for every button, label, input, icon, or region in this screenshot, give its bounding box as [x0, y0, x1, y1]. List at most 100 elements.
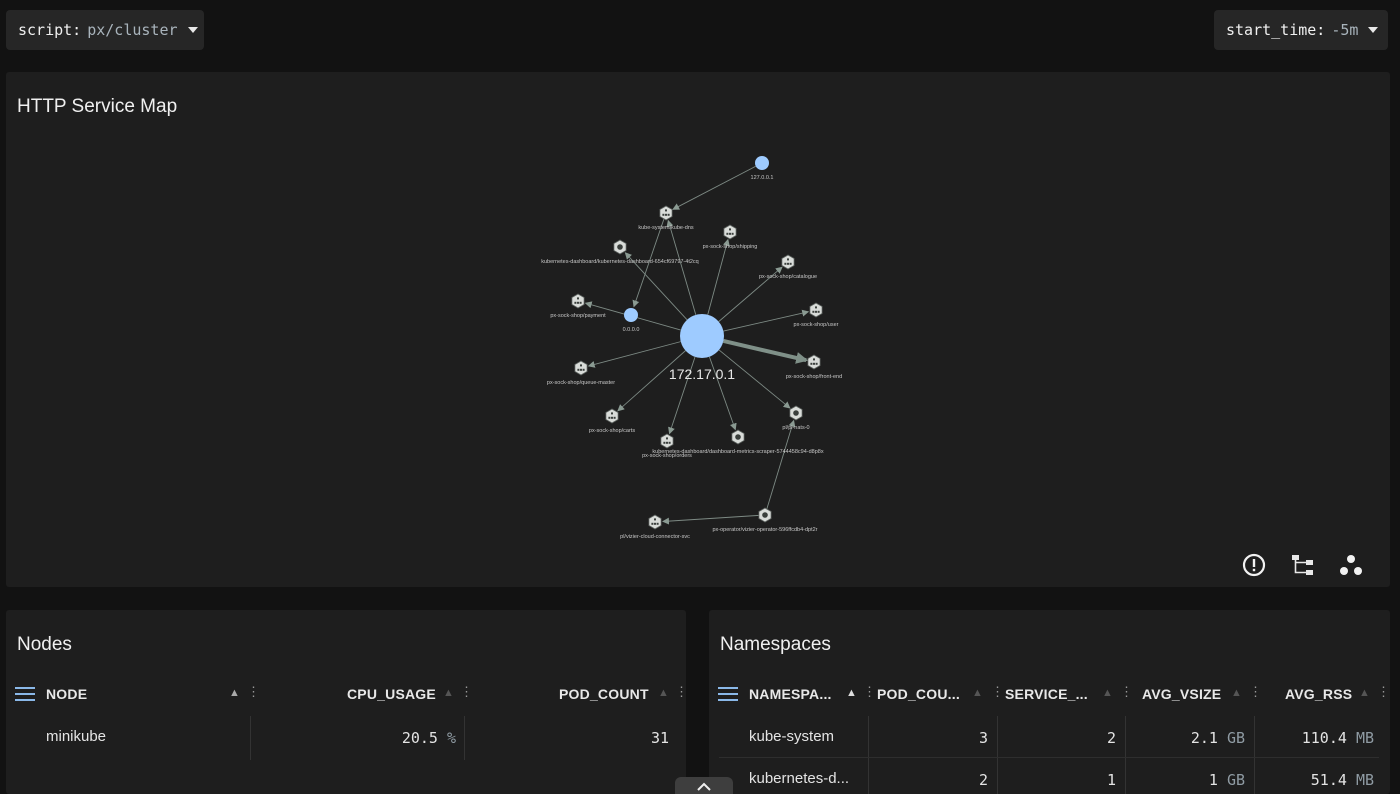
cluster-layout-icon[interactable] — [1338, 552, 1364, 578]
service-map-node[interactable]: pl/pl-nats-0 — [782, 405, 810, 431]
service-map-node-label: 0.0.0.0 — [623, 327, 640, 333]
service-map-edge — [766, 419, 796, 510]
service-map-edge — [722, 339, 809, 364]
avg-rss-unit: MB — [1355, 729, 1374, 747]
table-cell-avg-vsize: 2.1 GB — [1139, 729, 1245, 747]
avg-rss-unit: MB — [1355, 771, 1374, 789]
avg-vsize-unit: GB — [1226, 771, 1245, 789]
avg-rss-value: 110.4 — [1301, 729, 1347, 747]
service-map-node[interactable]: px-sock-shop/orders — [642, 433, 692, 459]
column-menu-icon[interactable] — [718, 687, 738, 701]
service-map-node-label: px-sock-shop/user — [794, 322, 839, 328]
service-map-node[interactable]: pl/vizier-cloud-connector-svc — [620, 514, 690, 540]
service-map-node-label: px-sock-shop/queue-master — [547, 380, 615, 386]
table-cell-avg-rss: 110.4 MB — [1264, 729, 1374, 747]
table-cell-namespace: kubernetes-d... — [749, 770, 850, 787]
service-map-node-label: 127.0.0.1 — [751, 175, 774, 181]
avg-vsize-unit: GB — [1226, 729, 1245, 747]
service-map-node[interactable]: px-sock-shop/catalogue — [759, 254, 817, 280]
service-map-node[interactable]: kubernetes-dashboard/dashboard-metrics-s… — [652, 429, 824, 455]
service-map-node[interactable]: kube-system/kube-dns — [638, 205, 694, 231]
service-map-node[interactable]: px-sock-shop/carts — [589, 408, 635, 434]
table-cell-pod-count: 31 — [650, 729, 669, 747]
script-selector[interactable]: script: px/cluster — [6, 10, 204, 50]
service-map-node[interactable]: 0.0.0.0 — [623, 308, 640, 333]
column-options-icon[interactable]: ⋮ — [675, 684, 686, 700]
service-map-node-label: pl/vizier-cloud-connector-svc — [620, 534, 690, 540]
service-map-node[interactable]: 127.0.0.1 — [751, 156, 774, 181]
column-options-icon[interactable]: ⋮ — [1249, 684, 1262, 700]
service-map-node[interactable]: px-sock-shop/user — [794, 302, 839, 328]
start-time-value: -5m — [1331, 21, 1359, 39]
service-map-node-label: kubernetes-dashboard/kubernetes-dashboar… — [541, 259, 698, 265]
column-options-icon[interactable]: ⋮ — [863, 684, 876, 700]
collapse-button[interactable] — [675, 777, 733, 794]
table-cell-pod-count: 2 — [978, 771, 988, 789]
service-map-node-label: kubernetes-dashboard/dashboard-metrics-s… — [652, 449, 823, 455]
column-header-avg-vsize[interactable]: AVG_VSIZE — [1142, 686, 1221, 702]
sort-icon[interactable]: ▲ — [1231, 687, 1242, 699]
service-map-node[interactable]: px-sock-shop/shipping — [703, 224, 758, 250]
service-map-node-label: px-sock-shop/shipping — [703, 244, 758, 250]
sort-icon[interactable]: ▲ — [1102, 687, 1113, 699]
cpu-usage-unit: % — [446, 729, 456, 747]
sort-asc-icon[interactable]: ▲ — [846, 687, 857, 699]
table-cell-node: minikube — [46, 728, 107, 745]
service-map-node-label: px-sock-shop/payment — [550, 313, 606, 319]
service-map-node[interactable]: 172.17.0.1 — [669, 314, 735, 382]
column-header-avg-rss[interactable]: AVG_RSS — [1285, 686, 1352, 702]
column-menu-icon[interactable] — [15, 687, 35, 701]
service-map-edge — [661, 514, 760, 525]
service-map-node-label: pl/pl-nats-0 — [782, 425, 809, 431]
table-cell-pod-count: 3 — [978, 729, 988, 747]
table-cell-avg-vsize: 1 GB — [1139, 771, 1245, 789]
column-header-cpu-usage[interactable]: CPU_USAGE — [347, 686, 436, 702]
hierarchy-layout-icon[interactable] — [1290, 552, 1316, 578]
column-header-namespace[interactable]: NAMESPA... — [749, 686, 832, 702]
sort-icon[interactable]: ▲ — [443, 687, 454, 699]
column-options-icon[interactable]: ⋮ — [1377, 684, 1390, 700]
column-options-icon[interactable]: ⋮ — [460, 684, 473, 700]
column-header-node[interactable]: NODE — [46, 686, 87, 702]
alert-circle-icon[interactable] — [1241, 552, 1267, 578]
nodes-title: Nodes — [17, 634, 72, 655]
avg-vsize-value: 2.1 — [1190, 729, 1218, 747]
service-map-node-label: 172.17.0.1 — [669, 366, 735, 382]
nodes-panel: Nodes NODE ▲ ⋮ CPU_USAGE ▲ ⋮ POD_COUNT ▲… — [6, 610, 686, 794]
column-header-pod-count[interactable]: POD_COUNT — [559, 686, 649, 702]
chevron-down-icon — [1368, 27, 1379, 33]
service-map-graph[interactable]: 172.17.0.1 127.0.0.1 kube-system/kube-dns k… — [6, 72, 1390, 587]
column-options-icon[interactable]: ⋮ — [247, 684, 260, 700]
namespaces-title: Namespaces — [720, 634, 831, 655]
script-value: px/cluster — [87, 21, 178, 39]
table-cell-avg-rss: 51.4 MB — [1264, 771, 1374, 789]
service-map-node[interactable]: px-sock-shop/queue-master — [547, 360, 615, 386]
table-cell-service-count: 2 — [1106, 729, 1116, 747]
service-map-node-label: px-sock-shop/catalogue — [759, 274, 817, 280]
service-map-node-label: px-sock-shop/front-end — [786, 374, 842, 380]
service-map-edge — [587, 341, 681, 368]
http-service-map-panel: HTTP Service Map 172.17.0.1 127.0.0.1 kube… — [6, 72, 1390, 587]
service-map-node-label: kube-system/kube-dns — [638, 225, 694, 231]
table-cell-service-count: 1 — [1106, 771, 1116, 789]
sort-icon[interactable]: ▲ — [1359, 687, 1370, 699]
cpu-usage-value: 20.5 — [401, 729, 438, 747]
sort-asc-icon[interactable]: ▲ — [229, 687, 240, 699]
service-map-node[interactable]: px-operator/vizier-operator-596ffcdb4-dp… — [712, 507, 818, 533]
avg-rss-value: 51.4 — [1310, 771, 1347, 789]
column-header-service-count[interactable]: SERVICE_... — [1005, 686, 1088, 702]
column-options-icon[interactable]: ⋮ — [991, 684, 1004, 700]
start-time-key: start_time: — [1226, 21, 1326, 39]
service-map-edge — [707, 238, 730, 315]
column-options-icon[interactable]: ⋮ — [1120, 684, 1133, 700]
sort-icon[interactable]: ▲ — [658, 687, 669, 699]
table-cell-cpu-usage: 20.5 % — [346, 729, 456, 747]
service-map-edge — [666, 219, 697, 316]
sort-icon[interactable]: ▲ — [972, 687, 983, 699]
column-header-pod-count[interactable]: POD_COU... — [877, 686, 960, 702]
chevron-down-icon — [187, 27, 198, 33]
script-key: script: — [18, 21, 82, 39]
service-map-node-label: px-operator/vizier-operator-596ffcdb4-dp… — [712, 527, 817, 533]
namespaces-panel: Namespaces NAMESPA... ▲ ⋮ POD_COU... ▲ ⋮… — [709, 610, 1390, 794]
start-time-selector[interactable]: start_time: -5m — [1214, 10, 1388, 50]
